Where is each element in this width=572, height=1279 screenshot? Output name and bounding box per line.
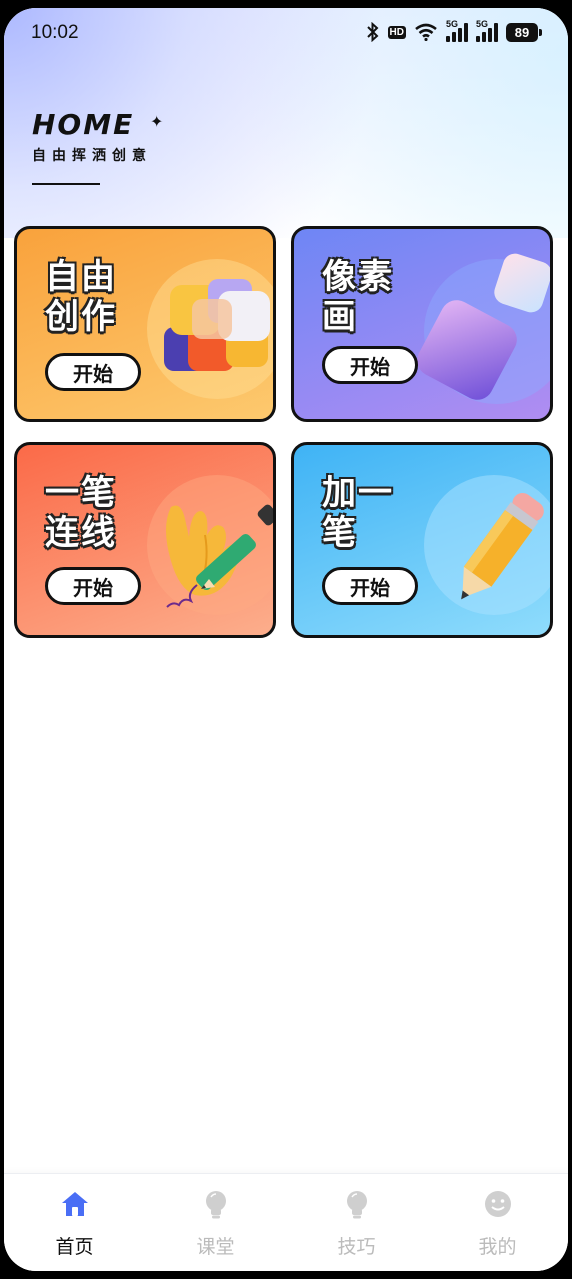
- battery-icon: 89: [506, 22, 542, 42]
- home-icon: [62, 1192, 88, 1216]
- tab-label: 技巧: [337, 1236, 376, 1258]
- bottom-tab-bar: 首页 课堂 技巧 我的: [4, 1173, 568, 1271]
- start-button[interactable]: 开始: [45, 567, 141, 605]
- card-free-create[interactable]: 自由 创作 开始: [14, 226, 276, 422]
- battery-level: 89: [514, 24, 530, 40]
- page-title: HOME: [32, 108, 135, 141]
- start-button[interactable]: 开始: [322, 567, 418, 605]
- tab-label: 课堂: [196, 1236, 235, 1258]
- app-screen: 10:02 HD 5G 5G 89 HOME ✦ 自由挥洒创意 自由 创作 开始…: [4, 8, 568, 1271]
- signal-icon-sim1: 5G: [446, 19, 468, 42]
- brand-block: HOME ✦ 自由挥洒创意: [32, 108, 163, 185]
- pencil-icon: [461, 493, 544, 600]
- title-underline: [32, 183, 100, 185]
- wifi-icon: [415, 23, 437, 41]
- card-add-stroke[interactable]: 加一 笔 开始: [291, 442, 553, 638]
- status-bar: 10:02 HD 5G 5G 89: [4, 8, 568, 58]
- card-title: 加一 笔: [322, 473, 394, 553]
- card-title: 自由 创作: [45, 257, 117, 337]
- card-one-stroke[interactable]: 一笔 连线 开始: [14, 442, 276, 638]
- tab-tips[interactable]: 技巧: [286, 1174, 427, 1271]
- lightbulb-icon: [347, 1191, 367, 1219]
- status-time: 10:02: [31, 22, 79, 43]
- card-title: 像素 画: [322, 257, 394, 337]
- start-button[interactable]: 开始: [45, 353, 141, 391]
- tab-class[interactable]: 课堂: [145, 1174, 286, 1271]
- tab-label: 首页: [55, 1236, 94, 1258]
- cube-puzzle-icon: [164, 279, 270, 371]
- start-button[interactable]: 开始: [322, 346, 418, 384]
- glass-cubes-icon: [417, 253, 550, 400]
- hd-badge: HD: [387, 25, 406, 39]
- tab-mine[interactable]: 我的: [427, 1174, 568, 1271]
- signal-icon-sim2: 5G: [476, 19, 498, 42]
- smiley-icon: [485, 1191, 511, 1217]
- tab-label: 我的: [478, 1236, 517, 1258]
- bluetooth-icon: [366, 22, 379, 42]
- lightbulb-icon: [206, 1191, 226, 1219]
- status-icons: HD 5G 5G 89: [366, 19, 542, 42]
- page-subtitle: 自由挥洒创意: [32, 148, 152, 164]
- card-title: 一笔 连线: [45, 473, 117, 553]
- tab-home[interactable]: 首页: [4, 1174, 145, 1271]
- sparkle-icon: ✦: [150, 112, 164, 131]
- hand-pencil-icon: [166, 504, 273, 608]
- card-pixel-art[interactable]: 像素 画 开始: [291, 226, 553, 422]
